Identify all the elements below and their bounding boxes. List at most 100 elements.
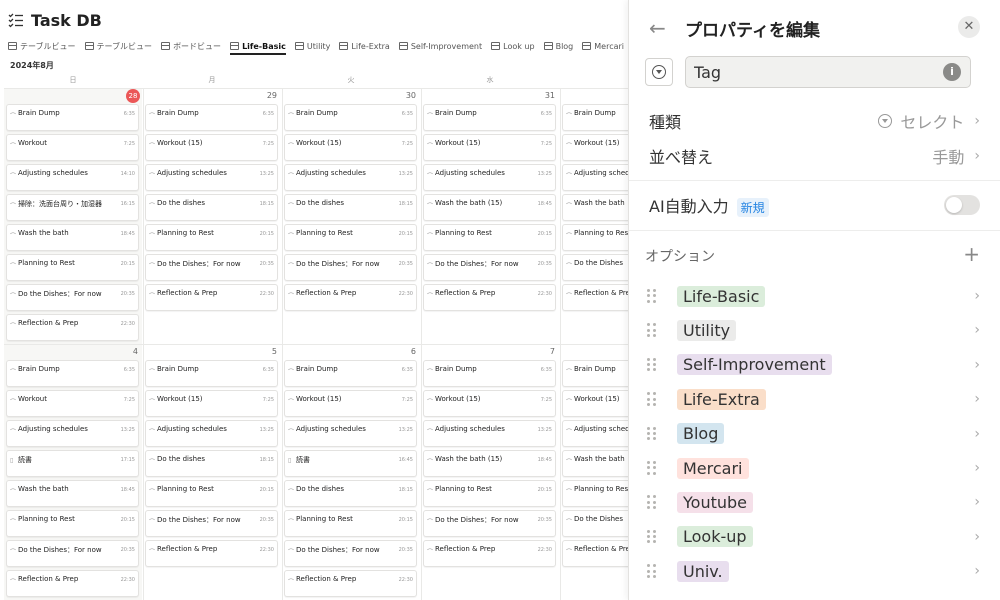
day-cell[interactable]: 7 ⌒ Brain Dump 6:35 ⌒ Workout (15) 7:25 ⌒ Adjust… — [421, 344, 559, 600]
event-card[interactable]: ⌒ Do the dishes 18:15 — [145, 450, 278, 477]
day-cell[interactable]: ⌒ Brain Dump ⌒ Workout (15) ⌒ Adjusting sched… — [560, 88, 628, 344]
day-cell[interactable]: 5 ⌒ Brain Dump 6:35 ⌒ Workout (15) 7:25 ⌒ Adjust… — [143, 344, 281, 600]
event-card[interactable]: ⌒ Planning to Rest 20:15 — [284, 510, 417, 537]
event-card[interactable]: ⌒ Workout (15) 7:25 — [284, 390, 417, 417]
view-tab[interactable]: テーブルビュー — [84, 37, 152, 55]
event-card[interactable]: ⌒ Planning to Rest 20:15 — [6, 510, 139, 537]
drag-handle-icon[interactable] — [647, 289, 657, 303]
event-card[interactable]: ⌒ Reflection & Prep 22:30 — [145, 540, 278, 567]
event-card[interactable]: ⌒ Brain Dump 6:35 — [145, 104, 278, 131]
event-card[interactable]: ⌒ Do the dishes 18:15 — [145, 194, 278, 221]
event-card[interactable]: ⌒ Brain Dump 6:35 — [423, 104, 556, 131]
view-tab[interactable]: Utility — [294, 37, 330, 55]
event-card[interactable]: ⌒ Reflection & Prep 22:30 — [6, 570, 139, 597]
event-card[interactable]: ⌒ Planning to Rest 20:15 — [423, 224, 556, 251]
event-card[interactable]: ▯ 読書 16:45 — [284, 450, 417, 477]
drag-handle-icon[interactable] — [647, 392, 657, 406]
event-card[interactable]: ⌒ Reflection & Prep 22:30 — [145, 284, 278, 311]
drag-handle-icon[interactable] — [647, 495, 657, 510]
event-card[interactable]: ⌒ Workout (15) 7:25 — [145, 134, 278, 161]
event-card[interactable]: ⌒ Do the Dishes：For now 20:35 — [6, 540, 139, 567]
drag-handle-icon[interactable] — [647, 564, 657, 578]
event-card[interactable]: ⌒ Planning to Rest 20:15 — [6, 254, 139, 281]
view-tab[interactable]: Blog — [543, 37, 573, 55]
event-card[interactable]: ⌒ Do the Dishes — [562, 510, 628, 537]
event-card[interactable]: ⌒ Workout (15) 7:25 — [423, 390, 556, 417]
event-card[interactable]: ⌒ Workout (15) 7:25 — [145, 390, 278, 417]
event-card[interactable]: ⌒ Brain Dump — [562, 360, 628, 387]
option-row[interactable]: Utility › — [647, 316, 980, 344]
event-card[interactable]: ⌒Adjusting schedules — [562, 420, 628, 447]
day-cell[interactable]: 4 ⌒ Brain Dump 6:35 ⌒ Workout 7:25 ⌒ Adjusting s… — [4, 344, 142, 600]
event-card[interactable]: ⌒ Do the Dishes：For now 20:35 — [6, 284, 139, 311]
option-row[interactable]: Univ. › — [647, 557, 980, 585]
view-tab[interactable]: Life-Extra — [339, 37, 390, 55]
event-card[interactable]: ⌒ Adjusting schedules 13:25 — [284, 420, 417, 447]
event-card[interactable]: ⌒ Planning to Rest — [562, 480, 628, 507]
event-card[interactable]: ⌒ Planning to Rest 20:15 — [145, 480, 278, 507]
day-cell[interactable]: 29 ⌒ Brain Dump 6:35 ⌒ Workout (15) 7:25 ⌒ Adjus… — [143, 88, 281, 344]
sort-row[interactable]: 並べ替え 手動 › — [649, 143, 980, 169]
event-card[interactable]: ⌒ Planning to Rest 20:15 — [423, 480, 556, 507]
event-card[interactable]: ⌒ Do the Dishes：For now 20:35 — [284, 540, 417, 567]
event-card[interactable]: ⌒ Reflection & Prep 22:30 — [6, 314, 139, 341]
event-card[interactable]: ⌒ Brain Dump 6:35 — [284, 360, 417, 387]
event-card[interactable]: ⌒ Adjusting schedules 13:25 — [423, 420, 556, 447]
event-card[interactable]: ⌒ 掃除：洗面台周り・加湿器 16:15 — [6, 194, 139, 221]
day-cell[interactable]: 30 ⌒ Brain Dump 6:35 ⌒ Workout (15) 7:25 ⌒ Adjus… — [282, 88, 420, 344]
event-card[interactable]: ⌒ Brain Dump 6:35 — [6, 104, 139, 131]
event-card[interactable]: ⌒Reflection & Prep — [562, 540, 628, 567]
option-row[interactable]: Life-Basic › — [647, 282, 980, 310]
day-cell[interactable]: 28 ⌒ Brain Dump 6:35 ⌒ Workout 7:25 ⌒ Adjusting … — [4, 88, 142, 344]
view-tab[interactable]: Life-Basic — [230, 37, 286, 55]
event-card[interactable]: ⌒ Planning to Rest 20:15 — [145, 224, 278, 251]
event-card[interactable]: ⌒ Adjusting schedules 14:10 — [6, 164, 139, 191]
event-card[interactable]: ⌒ Workout (15) 7:25 — [284, 134, 417, 161]
event-card[interactable]: ⌒ Do the dishes 18:15 — [284, 480, 417, 507]
event-card[interactable]: ⌒Adjusting schedules — [562, 164, 628, 191]
event-card[interactable]: ⌒ Brain Dump 6:35 — [6, 360, 139, 387]
event-card[interactable]: ⌒ Do the Dishes：For now 20:35 — [145, 254, 278, 281]
event-card[interactable]: ⌒Reflection & Prep — [562, 284, 628, 311]
event-card[interactable]: ⌒ Workout (15) — [562, 134, 628, 161]
option-row[interactable]: Look-up › — [647, 523, 980, 551]
event-card[interactable]: ⌒ Reflection & Prep 22:30 — [423, 284, 556, 311]
event-card[interactable]: ⌒ Wash the bath — [562, 194, 628, 221]
option-row[interactable]: Self-Improvement › — [647, 351, 980, 379]
day-cell[interactable]: ⌒ Brain Dump ⌒ Workout (15) ⌒ Adjusting sched… — [560, 344, 628, 600]
drag-handle-icon[interactable] — [647, 426, 657, 441]
option-row[interactable]: Blog › — [647, 420, 980, 448]
view-tab[interactable]: テーブルビュー — [8, 37, 76, 55]
event-card[interactable]: ⌒ Wash the bath 18:45 — [6, 480, 139, 507]
event-card[interactable]: ⌒ Brain Dump 6:35 — [423, 360, 556, 387]
event-card[interactable]: ⌒ Reflection & Prep 22:30 — [423, 540, 556, 567]
event-card[interactable]: ▯ 読書 17:15 — [6, 450, 139, 477]
info-icon[interactable]: i — [943, 63, 961, 81]
event-card[interactable]: ⌒ Adjusting schedules 13:25 — [145, 420, 278, 447]
view-tab[interactable]: Mercari — [582, 37, 624, 55]
event-card[interactable]: ⌒ Reflection & Prep 22:30 — [284, 570, 417, 597]
add-option-icon[interactable]: + — [963, 242, 980, 266]
event-card[interactable]: ⌒ Do the Dishes：For now 20:35 — [423, 254, 556, 281]
event-card[interactable]: ⌒ Adjusting schedules 13:25 — [6, 420, 139, 447]
event-card[interactable]: ⌒ Brain Dump 6:35 — [284, 104, 417, 131]
day-cell[interactable]: 6 ⌒ Brain Dump 6:35 ⌒ Workout (15) 7:25 ⌒ Adjust… — [282, 344, 420, 600]
event-card[interactable]: ⌒ Wash the bath 18:45 — [6, 224, 139, 251]
event-card[interactable]: ⌒ Workout 7:25 — [6, 390, 139, 417]
event-card[interactable]: ⌒ Brain Dump 6:35 — [145, 360, 278, 387]
ai-autofill-toggle[interactable] — [944, 195, 980, 215]
event-card[interactable]: ⌒ Adjusting schedules 13:25 — [145, 164, 278, 191]
property-type-button[interactable] — [645, 58, 673, 86]
drag-handle-icon[interactable] — [647, 357, 657, 372]
event-card[interactable]: ⌒ Workout (15) — [562, 390, 628, 417]
event-card[interactable]: ⌒ Planning to Rest — [562, 224, 628, 251]
event-card[interactable]: ⌒ Wash the bath (15) 18:45 — [423, 450, 556, 477]
drag-handle-icon[interactable] — [647, 529, 657, 544]
property-name-input[interactable] — [685, 56, 971, 88]
event-card[interactable]: ⌒ Workout (15) 7:25 — [423, 134, 556, 161]
event-card[interactable]: ⌒ Adjusting schedules 13:25 — [284, 164, 417, 191]
event-card[interactable]: ⌒ Wash the bath — [562, 450, 628, 477]
close-icon[interactable]: ✕ — [958, 16, 980, 38]
event-card[interactable]: ⌒ Do the Dishes：For now 20:35 — [284, 254, 417, 281]
event-card[interactable]: ⌒ Planning to Rest 20:15 — [284, 224, 417, 251]
